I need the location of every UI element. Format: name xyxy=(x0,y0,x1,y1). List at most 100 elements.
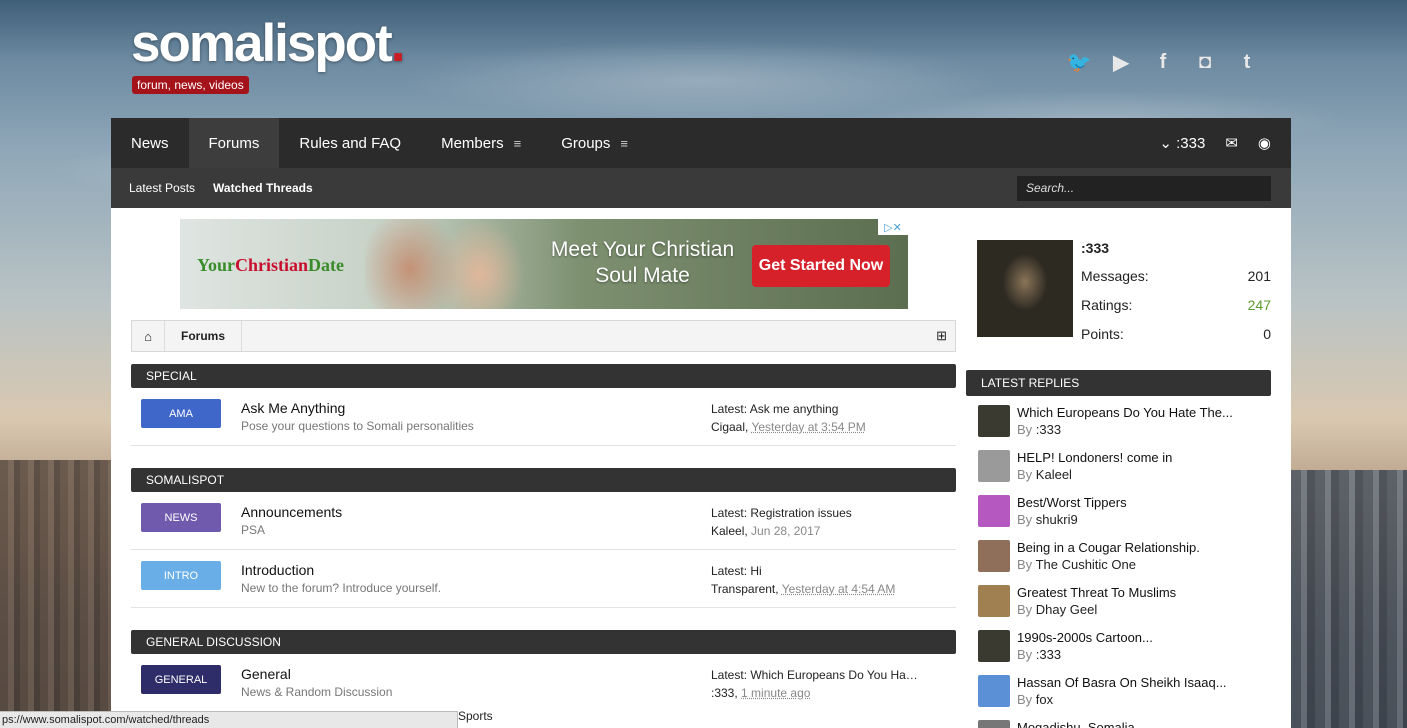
forum-latest-thread[interactable]: Latest: Registration issues xyxy=(711,506,852,520)
avatar[interactable] xyxy=(978,450,1010,482)
tab-news[interactable]: News xyxy=(111,118,189,168)
avatar[interactable] xyxy=(978,585,1010,617)
latest-reply-title[interactable]: Which Europeans Do You Hate The... xyxy=(1017,405,1233,420)
forum-desc: News & Random Discussion xyxy=(241,685,393,699)
latest-reply-title[interactable]: HELP! Londoners! come in xyxy=(1017,450,1172,465)
tab-members[interactable]: Members ≡ xyxy=(421,118,541,168)
latest-reply-author: By Kaleel xyxy=(1017,467,1072,482)
background-city-right xyxy=(1291,470,1407,728)
tab-groups[interactable]: Groups ≡ xyxy=(541,118,648,168)
latest-reply-title[interactable]: Hassan Of Basra On Sheikh Isaaq... xyxy=(1017,675,1227,690)
latest-reply-item[interactable]: Which Europeans Do You Hate The... By :33… xyxy=(978,405,1268,445)
forum-desc: New to the forum? Introduce yourself. xyxy=(241,581,442,595)
social-links: 🐦 ▶ f ◘ t xyxy=(1067,50,1259,74)
latest-posts-link[interactable]: Latest Posts xyxy=(129,181,195,195)
forum-title[interactable]: General xyxy=(241,666,291,682)
latest-reply-author: By :333 xyxy=(1017,647,1062,662)
latest-reply-author: By Dhay Geel xyxy=(1017,602,1098,617)
forum-desc: Pose your questions to Somali personalit… xyxy=(241,419,474,433)
forum-last-poster: :333, 1 minute ago xyxy=(711,686,811,700)
latest-reply-author: By The Cushitic One xyxy=(1017,557,1136,572)
forum-badge[interactable]: INTRO xyxy=(141,561,221,590)
forum-row: AMA Ask Me Anything Pose your questions … xyxy=(131,390,956,446)
youtube-icon[interactable]: ▶ xyxy=(1109,50,1133,74)
breadcrumb-forums[interactable]: Forums xyxy=(165,321,243,351)
latest-replies-header: LATEST REPLIES xyxy=(966,370,1271,396)
forum-badge[interactable]: GENERAL xyxy=(141,665,221,694)
forum-badge[interactable]: NEWS xyxy=(141,503,221,532)
sub-nav: Latest Posts Watched Threads Search... xyxy=(111,168,1291,208)
instagram-icon[interactable]: ◘ xyxy=(1193,50,1217,74)
avatar[interactable] xyxy=(978,675,1010,707)
latest-reply-item[interactable]: HELP! Londoners! come in By Kaleel xyxy=(978,450,1268,490)
profile-stat-messages: Messages: 201 xyxy=(1081,268,1271,284)
latest-reply-author: By fox xyxy=(1017,692,1054,707)
latest-reply-item[interactable]: 1990s-2000s Cartoon... By :333 xyxy=(978,630,1268,670)
menu-icon[interactable]: ≡ xyxy=(620,136,628,151)
latest-reply-author: By shukri9 xyxy=(1017,512,1078,527)
latest-reply-item[interactable]: Mogadishu, Somalia xyxy=(978,720,1268,728)
site-tagline: forum, news, videos xyxy=(132,76,249,94)
latest-reply-item[interactable]: Greatest Threat To Muslims By Dhay Geel xyxy=(978,585,1268,625)
inbox-icon[interactable]: ✉ xyxy=(1225,134,1238,152)
forum-title[interactable]: Ask Me Anything xyxy=(241,400,345,416)
twitter-icon[interactable]: 🐦 xyxy=(1067,50,1092,74)
category-header[interactable]: SPECIAL xyxy=(131,364,956,388)
tab-groups-label: Groups xyxy=(561,134,611,152)
forum-last-poster: Transparent, Yesterday at 4:54 AM xyxy=(711,582,896,596)
user-profile-card: :333 Messages: 201 Ratings: 247 Points: 0 xyxy=(977,240,1272,342)
sitemap-icon[interactable]: ⊞ xyxy=(936,328,947,344)
menu-icon[interactable]: ≡ xyxy=(514,136,522,151)
latest-reply-title[interactable]: Being in a Cougar Relationship. xyxy=(1017,540,1200,555)
latest-reply-item[interactable]: Hassan Of Basra On Sheikh Isaaq... By fox xyxy=(978,675,1268,715)
forum-last-poster: Kaleel, Jun 28, 2017 xyxy=(711,524,821,538)
tab-rules-faq[interactable]: Rules and FAQ xyxy=(279,118,421,168)
ad-banner[interactable]: YourChristianDate Meet Your Christian So… xyxy=(180,219,908,309)
avatar[interactable] xyxy=(978,405,1010,437)
forum-title[interactable]: Introduction xyxy=(241,562,314,578)
forum-row-peek: Sports xyxy=(458,709,493,723)
watched-threads-link[interactable]: Watched Threads xyxy=(213,181,313,195)
latest-reply-title[interactable]: 1990s-2000s Cartoon... xyxy=(1017,630,1153,645)
forum-title[interactable]: Announcements xyxy=(241,504,342,520)
latest-reply-item[interactable]: Best/Worst Tippers By shukri9 xyxy=(978,495,1268,535)
globe-icon[interactable]: ◉ xyxy=(1258,134,1271,152)
search-input[interactable]: Search... xyxy=(1017,175,1271,201)
main-nav: News Forums Rules and FAQ Members ≡ Group… xyxy=(111,118,1291,168)
latest-reply-item[interactable]: Being in a Cougar Relationship. By The Cu… xyxy=(978,540,1268,580)
tab-forums[interactable]: Forums xyxy=(188,118,280,168)
forum-latest-thread[interactable]: Latest: Ask me anything xyxy=(711,402,838,416)
avatar[interactable] xyxy=(978,630,1010,662)
avatar[interactable] xyxy=(978,720,1010,728)
ad-close-icon[interactable]: ▷✕ xyxy=(878,219,908,235)
tumblr-icon[interactable]: t xyxy=(1235,50,1259,74)
user-menu[interactable]: ⌄ :333 xyxy=(1159,134,1205,152)
latest-reply-title[interactable]: Mogadishu, Somalia xyxy=(1017,720,1135,728)
profile-stat-ratings: Ratings: 247 xyxy=(1081,297,1271,313)
latest-reply-author: By :333 xyxy=(1017,422,1062,437)
forum-latest-thread[interactable]: Latest: Which Europeans Do You Ha… xyxy=(711,668,918,682)
ad-brand: YourChristianDate xyxy=(197,255,345,275)
background-city-left xyxy=(0,460,115,728)
latest-reply-title[interactable]: Best/Worst Tippers xyxy=(1017,495,1127,510)
forum-badge[interactable]: AMA xyxy=(141,399,221,428)
category-header[interactable]: SOMALISPOT xyxy=(131,468,956,492)
forum-latest-thread[interactable]: Latest: Hi xyxy=(711,564,762,578)
ad-image xyxy=(365,219,535,309)
tab-members-label: Members xyxy=(441,134,504,152)
site-logo[interactable]: somalispot. xyxy=(131,14,405,74)
forum-desc: PSA xyxy=(241,523,266,537)
forum-row: GENERAL General News & Random Discussion… xyxy=(131,656,956,712)
avatar[interactable] xyxy=(977,240,1073,337)
ad-cta-button[interactable]: Get Started Now xyxy=(752,245,890,287)
category-header[interactable]: GENERAL DISCUSSION xyxy=(131,630,956,654)
browser-status-url: ps://www.somalispot.com/watched/threads xyxy=(0,711,458,728)
ad-headline: Meet Your Christian Soul Mate xyxy=(550,238,735,287)
breadcrumb: ⌂ Forums ⊞ xyxy=(131,320,956,352)
home-icon[interactable]: ⌂ xyxy=(132,321,165,351)
avatar[interactable] xyxy=(978,495,1010,527)
profile-name[interactable]: :333 xyxy=(1081,240,1109,256)
latest-reply-title[interactable]: Greatest Threat To Muslims xyxy=(1017,585,1176,600)
facebook-icon[interactable]: f xyxy=(1151,50,1175,74)
avatar[interactable] xyxy=(978,540,1010,572)
